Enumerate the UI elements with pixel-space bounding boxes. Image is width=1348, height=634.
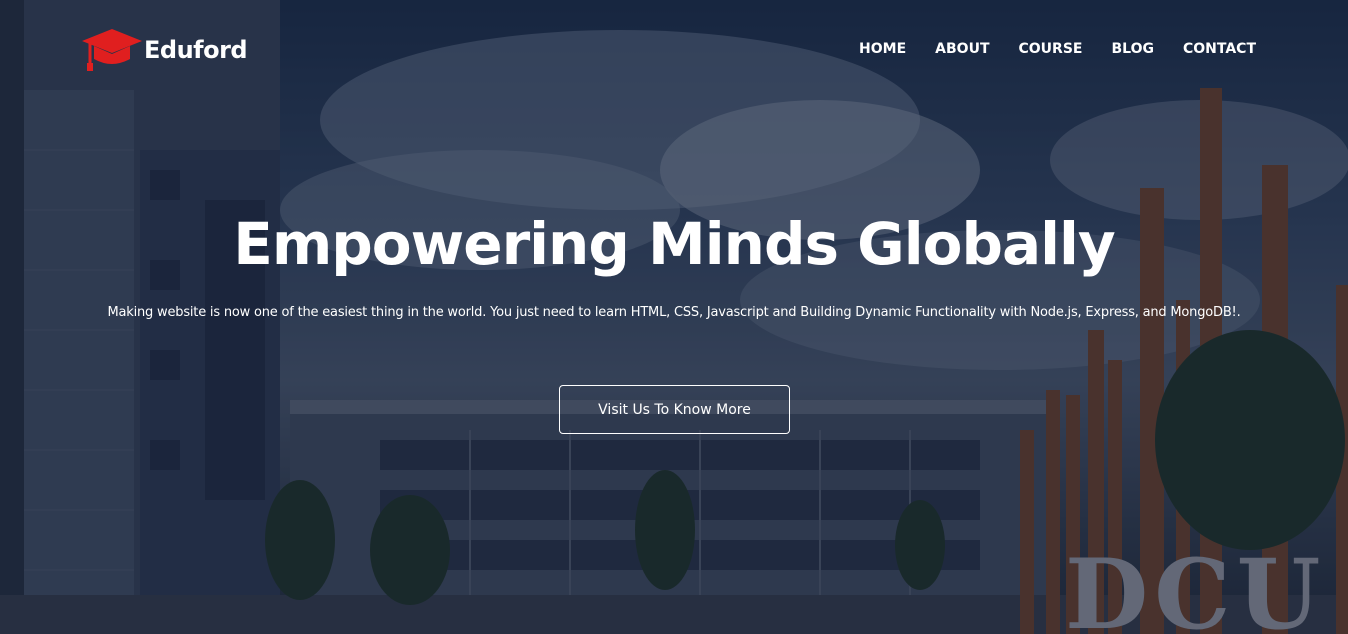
nav-item-home[interactable]: HOME — [859, 39, 906, 59]
nav-item-about[interactable]: ABOUT — [935, 39, 989, 59]
main-nav: HOME ABOUT COURSE BLOG CONTACT — [859, 39, 1256, 59]
nav-item-contact[interactable]: CONTACT — [1183, 39, 1256, 59]
nav-item-course[interactable]: COURSE — [1019, 39, 1083, 59]
hero-section: DCU Eduford HOME ABOUT COURSE BLOG CONTA… — [0, 0, 1348, 634]
graduation-cap-icon — [82, 29, 142, 71]
nav-item-blog[interactable]: BLOG — [1111, 39, 1154, 59]
hero-title: Empowering Minds Globally — [233, 210, 1116, 278]
brand-name: Eduford — [144, 36, 248, 64]
hero-subtitle: Making website is now one of the easiest… — [107, 305, 1241, 320]
visit-us-button[interactable]: Visit Us To Know More — [559, 385, 790, 434]
brand-logo[interactable]: Eduford — [80, 27, 248, 73]
